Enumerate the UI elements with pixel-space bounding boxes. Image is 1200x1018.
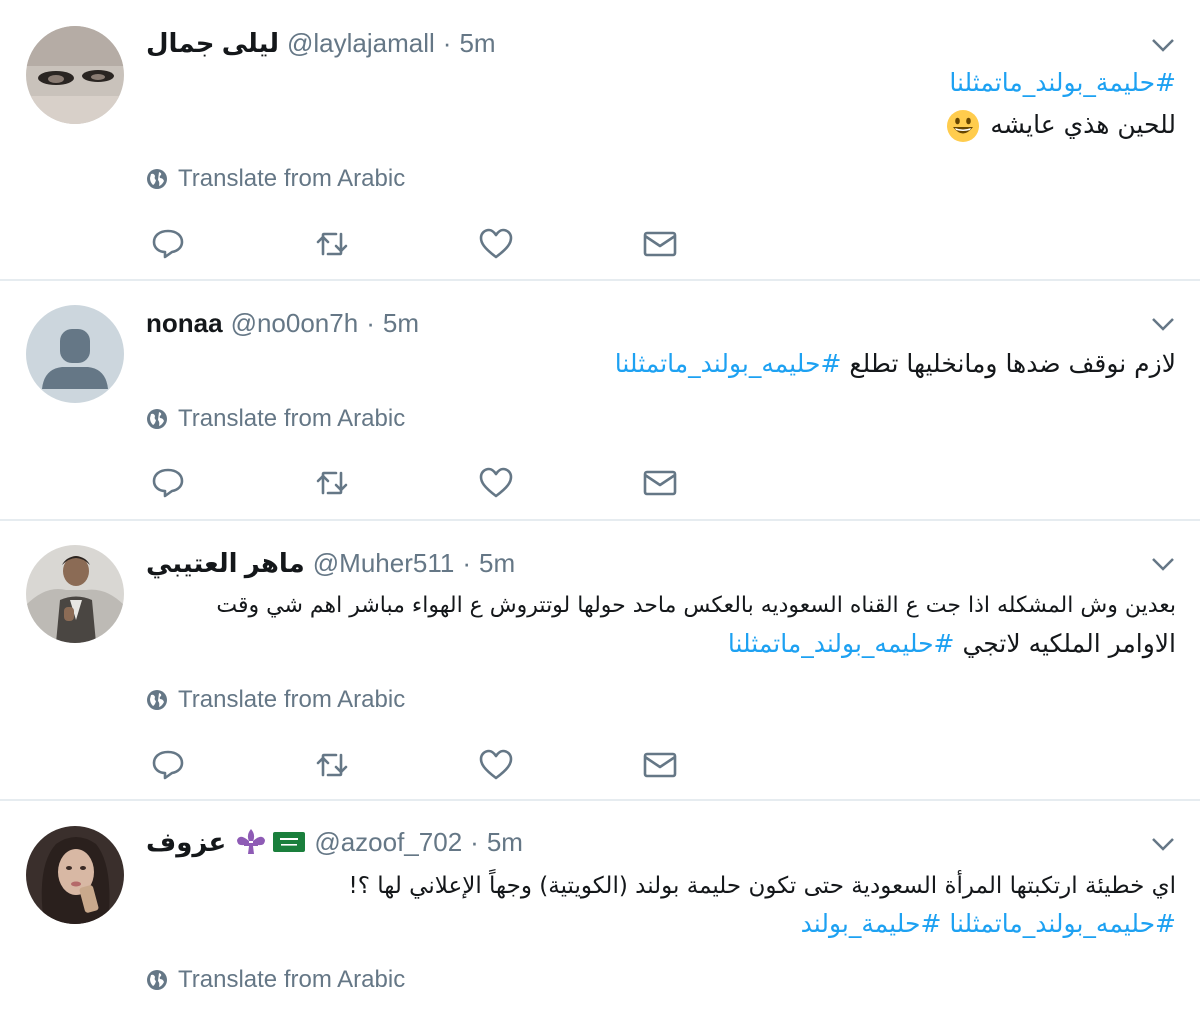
- reply-button[interactable]: [150, 747, 186, 783]
- tweet[interactable]: ليلى جمال @laylajamall · 5m #حليمة_بولند…: [0, 0, 1200, 281]
- timestamp[interactable]: 5m: [383, 308, 419, 338]
- translate-label: Translate from Arabic: [178, 686, 406, 713]
- hashtag-link[interactable]: #حليمه_بولند_ماتمثلنا: [615, 349, 842, 378]
- avatar[interactable]: [26, 305, 124, 403]
- chevron-down-icon[interactable]: [1150, 835, 1176, 853]
- user-handle[interactable]: @azoof_702: [314, 827, 462, 857]
- display-name[interactable]: ليلى جمال: [146, 28, 279, 58]
- tweet-header: ليلى جمال @laylajamall · 5m: [146, 28, 496, 58]
- tweet-text: لازم نوقف ضدها ومانخليها تطلع: [849, 349, 1176, 378]
- hashtag-link[interactable]: #حليمة_بولند_ماتمثلنا: [949, 68, 1176, 97]
- timestamp[interactable]: 5m: [487, 827, 523, 857]
- heart-icon: [479, 228, 513, 259]
- timeline: ليلى جمال @laylajamall · 5m #حليمة_بولند…: [0, 0, 1200, 1018]
- tweet-header: nonaa @no0on7h · 5m: [146, 308, 419, 338]
- user-handle[interactable]: @laylajamall: [287, 28, 435, 58]
- fleur-de-lis-icon: [237, 829, 266, 854]
- tweet-text-line: بعدين وش المشكله اذا جت ع القناه السعودي…: [216, 587, 1176, 625]
- tweet-text-line: للحين هذي عايشه: [944, 106, 1176, 144]
- retweet-icon: [316, 753, 348, 777]
- globe-icon: [147, 409, 167, 429]
- grinning-face-icon: [947, 110, 980, 142]
- direct-message-button[interactable]: [642, 747, 678, 783]
- tweet-text: الاوامر الملكيه لاتجي: [962, 629, 1176, 658]
- display-name[interactable]: ماهر العتيبي: [146, 548, 305, 578]
- retweet-icon: [316, 471, 348, 495]
- separator-dot: ·: [442, 28, 452, 58]
- tweet-text-line: #حليمة_بولند_ماتمثلنا: [949, 64, 1176, 102]
- globe-icon: [147, 169, 167, 189]
- retweet-button[interactable]: [314, 747, 350, 783]
- translate-link[interactable]: Translate from Arabic: [146, 966, 405, 994]
- avatar[interactable]: [26, 545, 124, 643]
- timestamp[interactable]: 5m: [459, 28, 495, 58]
- tweet-actions: [150, 226, 806, 262]
- name-emoji-group: [234, 827, 306, 857]
- reply-icon: [152, 750, 184, 780]
- tweet-text: للحين هذي عايشه: [990, 110, 1176, 139]
- separator-dot: ·: [366, 308, 375, 338]
- retweet-icon: [316, 232, 348, 256]
- tweet-text-line: #حليمه_بولند_ماتمثلنا #حليمة_بولند: [801, 905, 1176, 943]
- tweet[interactable]: ماهر العتيبي @Muher511 · 5m بعدين وش الم…: [0, 521, 1200, 801]
- direct-message-button[interactable]: [642, 226, 678, 262]
- translate-label: Translate from Arabic: [178, 966, 406, 993]
- translate-label: Translate from Arabic: [178, 165, 406, 192]
- chevron-down-icon[interactable]: [1150, 555, 1176, 573]
- user-handle[interactable]: @Muher511: [313, 548, 455, 578]
- tweet-header: ماهر العتيبي @Muher511 · 5m: [146, 548, 515, 578]
- tweet[interactable]: عزوف @azoof_702 · 5m اي خطيئة ارتكبتها ا…: [0, 801, 1200, 1018]
- retweet-button[interactable]: [314, 226, 350, 262]
- tweet-text-line: الاوامر الملكيه لاتجي #حليمه_بولند_ماتمث…: [728, 625, 1176, 663]
- tweet[interactable]: nonaa @no0on7h · 5m لازم نوقف ضدها ومانخ…: [0, 281, 1200, 521]
- hashtag-link[interactable]: #حليمه_بولند_ماتمثلنا: [728, 629, 955, 658]
- reply-icon: [152, 468, 184, 498]
- separator-dot: ·: [470, 827, 479, 857]
- reply-button[interactable]: [150, 465, 186, 501]
- envelope-icon: [643, 231, 677, 257]
- like-button[interactable]: [478, 465, 514, 501]
- tweet-header: عزوف @azoof_702 · 5m: [146, 827, 523, 857]
- chevron-down-icon[interactable]: [1150, 315, 1176, 333]
- like-button[interactable]: [478, 747, 514, 783]
- tweet-actions: [150, 465, 806, 501]
- chevron-down-icon[interactable]: [1150, 36, 1176, 54]
- heart-icon: [479, 467, 513, 498]
- tweet-text-line: لازم نوقف ضدها ومانخليها تطلع #حليمه_بول…: [615, 345, 1176, 383]
- display-name[interactable]: عزوف: [146, 827, 226, 857]
- hashtag-link[interactable]: #حليمه_بولند_ماتمثلنا: [949, 909, 1176, 938]
- direct-message-button[interactable]: [642, 465, 678, 501]
- reply-icon: [152, 229, 184, 259]
- envelope-icon: [643, 470, 677, 496]
- user-handle[interactable]: @no0on7h: [231, 308, 359, 338]
- like-button[interactable]: [478, 226, 514, 262]
- timestamp[interactable]: 5m: [479, 548, 515, 578]
- avatar[interactable]: [26, 26, 124, 124]
- tweet-text-line: اي خطيئة ارتكبتها المرأة السعودية حتى تك…: [349, 867, 1176, 905]
- avatar[interactable]: [26, 826, 124, 924]
- envelope-icon: [643, 752, 677, 778]
- translate-link[interactable]: Translate from Arabic: [146, 405, 405, 433]
- separator-dot: ·: [462, 548, 471, 578]
- translate-label: Translate from Arabic: [178, 405, 406, 432]
- saudi-flag-icon: [273, 832, 306, 852]
- translate-link[interactable]: Translate from Arabic: [146, 165, 405, 193]
- globe-icon: [147, 690, 167, 710]
- hashtag-link[interactable]: #حليمة_بولند: [801, 909, 942, 938]
- heart-icon: [479, 749, 513, 780]
- display-name[interactable]: nonaa: [146, 308, 223, 338]
- retweet-button[interactable]: [314, 465, 350, 501]
- translate-link[interactable]: Translate from Arabic: [146, 686, 405, 714]
- tweet-actions: [150, 747, 806, 783]
- reply-button[interactable]: [150, 226, 186, 262]
- globe-icon: [147, 970, 167, 990]
- tweet-text: اي خطيئة ارتكبتها المرأة السعودية حتى تك…: [348, 873, 1176, 899]
- tweet-text: بعدين وش المشكله اذا جت ع القناه السعودي…: [216, 593, 1176, 618]
